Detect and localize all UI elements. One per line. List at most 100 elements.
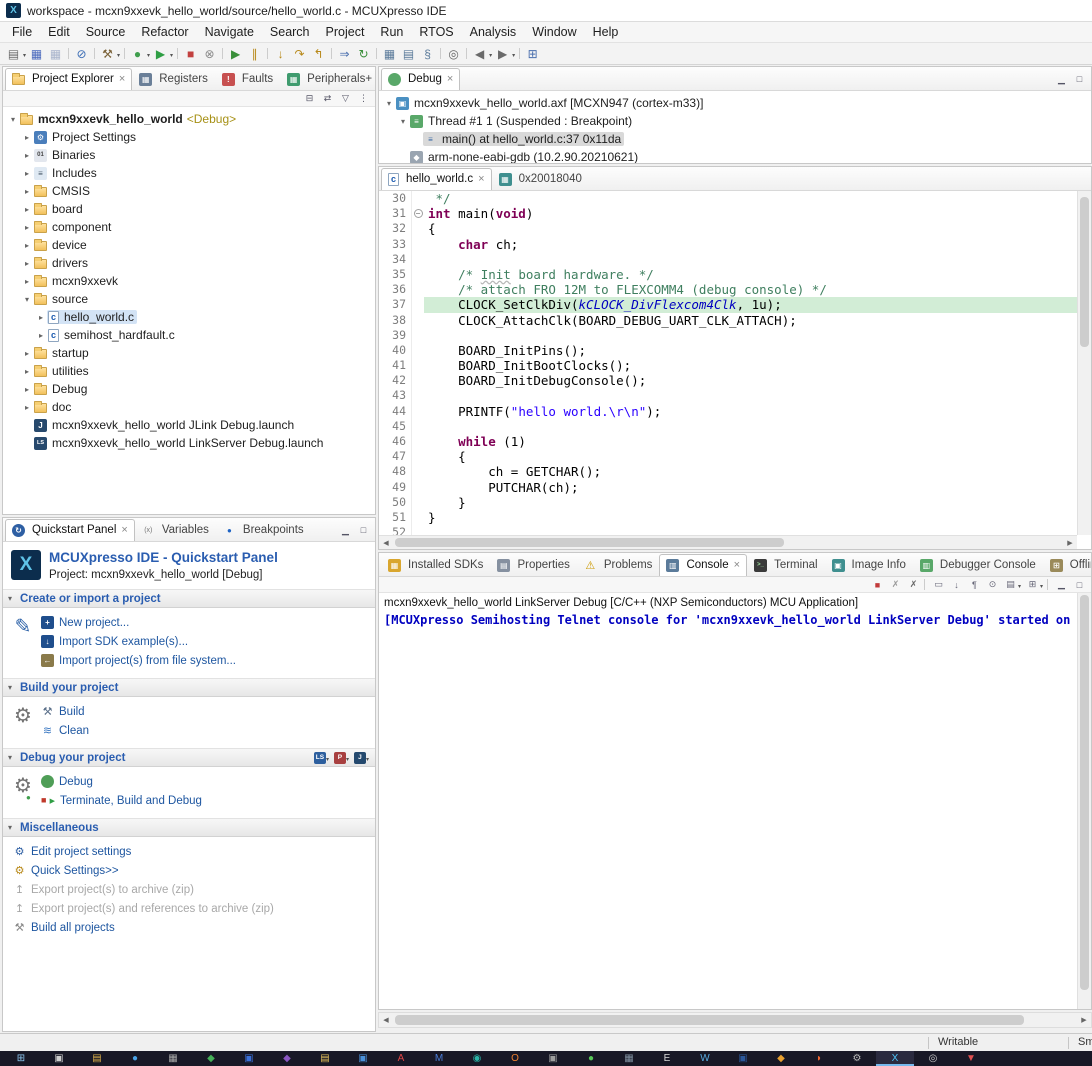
taskbar-app-icon[interactable]: X bbox=[876, 1051, 914, 1066]
console-output[interactable]: mcxn9xxevk_hello_world LinkServer Debug … bbox=[379, 593, 1077, 1009]
registers-icon[interactable]: ▤ bbox=[399, 44, 418, 63]
taskbar-app-icon[interactable]: ▣ bbox=[230, 1051, 268, 1066]
code-line-41[interactable]: 41 BOARD_InitBootClocks(); bbox=[379, 358, 1077, 373]
taskbar-app-icon[interactable]: ◆ bbox=[192, 1051, 230, 1066]
tree-collapsed-arrow-icon[interactable]: ▸ bbox=[21, 187, 33, 196]
tree-expanded-arrow-icon[interactable]: ▾ bbox=[397, 117, 409, 126]
project-item-startup[interactable]: ▸startup bbox=[3, 344, 375, 362]
line-number[interactable]: 50 bbox=[384, 495, 411, 510]
line-number[interactable]: 40 bbox=[384, 343, 411, 358]
open-console-icon[interactable]: ⊞ bbox=[1025, 578, 1040, 592]
quickstart-action-quick-settings[interactable]: ⚙Quick Settings>> bbox=[13, 861, 369, 880]
code-text[interactable]: { bbox=[424, 221, 1077, 236]
code-line-50[interactable]: 50 } bbox=[379, 495, 1077, 510]
back-icon[interactable]: ◀ bbox=[470, 44, 489, 63]
maximize-icon[interactable]: □ bbox=[1072, 72, 1087, 86]
line-number[interactable]: 42 bbox=[384, 373, 411, 388]
debug-item-thread-1-1-suspended-breakpoint[interactable]: ▾≡Thread #1 1 (Suspended : Breakpoint) bbox=[379, 112, 1091, 130]
code-line-40[interactable]: 40 BOARD_InitPins(); bbox=[379, 343, 1077, 358]
quickstart-action-build[interactable]: ⚒Build bbox=[41, 702, 369, 721]
scroll-right-icon[interactable]: ▶ bbox=[1063, 539, 1077, 547]
pin-console-icon[interactable]: ⊙ bbox=[985, 578, 1000, 592]
editor-tab-hello-world-c[interactable]: chello_world.c× bbox=[381, 168, 492, 190]
dropdown-caret-icon[interactable]: ▾ bbox=[147, 52, 150, 59]
tree-collapsed-arrow-icon[interactable]: ▸ bbox=[21, 133, 33, 142]
code-line-37[interactable]: 37 CLOCK_SetClkDiv(kCLOCK_DivFlexcom4Clk… bbox=[379, 297, 1077, 312]
dropdown-caret-icon[interactable]: ▾ bbox=[117, 52, 120, 59]
line-number[interactable]: 33 bbox=[384, 237, 411, 252]
line-number[interactable]: 34 bbox=[384, 252, 411, 267]
code-text[interactable] bbox=[424, 388, 1077, 403]
taskbar-app-icon[interactable]: ● bbox=[572, 1051, 610, 1066]
debug-item-mcxn9xxevk-hello-world-axf-mcxn947-cortex-m33[interactable]: ▾▣mcxn9xxevk_hello_world.axf [MCXN947 (c… bbox=[379, 94, 1091, 112]
console-tab-properties[interactable]: ▤Properties bbox=[490, 554, 576, 576]
collapse-all-icon[interactable]: ⊟ bbox=[302, 92, 317, 106]
dropdown-caret-icon[interactable]: ▾ bbox=[170, 52, 173, 59]
code-text[interactable]: PRINTF("hello world.\r\n"); bbox=[424, 404, 1077, 419]
taskbar-app-icon[interactable]: ▤ bbox=[78, 1051, 116, 1066]
step-over-icon[interactable]: ↷ bbox=[290, 44, 309, 63]
suspend-icon[interactable]: ∥ bbox=[245, 44, 264, 63]
project-item-cmsis[interactable]: ▸CMSIS bbox=[3, 182, 375, 200]
tree-expanded-arrow-icon[interactable]: ▾ bbox=[383, 99, 395, 108]
close-tab-icon[interactable]: × bbox=[447, 73, 453, 85]
taskbar-app-icon[interactable]: ▣ bbox=[344, 1051, 382, 1066]
debug-tab-debug[interactable]: Debug× bbox=[381, 68, 460, 90]
code-line-36[interactable]: 36 /* attach FRO 12M to FLEXCOMM4 (debug… bbox=[379, 282, 1077, 297]
terminate-icon[interactable]: ■ bbox=[181, 44, 200, 63]
tree-collapsed-arrow-icon[interactable]: ▸ bbox=[21, 367, 33, 376]
tree-collapsed-arrow-icon[interactable]: ▸ bbox=[21, 349, 33, 358]
code-text[interactable]: PUTCHAR(ch); bbox=[424, 480, 1077, 495]
restart-icon[interactable]: ↻ bbox=[354, 44, 373, 63]
tree-collapsed-arrow-icon[interactable]: ▸ bbox=[21, 151, 33, 160]
close-tab-icon[interactable]: × bbox=[119, 73, 125, 85]
line-number[interactable]: 38 bbox=[384, 313, 411, 328]
quickstart-action-build-all-projects[interactable]: ⚒Build all projects bbox=[13, 918, 369, 937]
tree-collapsed-arrow-icon[interactable]: ▸ bbox=[21, 205, 33, 214]
tree-collapsed-arrow-icon[interactable]: ▸ bbox=[21, 241, 33, 250]
code-text[interactable]: BOARD_InitPins(); bbox=[424, 343, 1077, 358]
scrollbar-track[interactable] bbox=[393, 1013, 1077, 1027]
scroll-left-icon[interactable]: ◀ bbox=[379, 539, 393, 547]
quickstart-action-import-project-s-from-file-system[interactable]: ←Import project(s) from file system... bbox=[41, 651, 369, 670]
section-header[interactable]: ▾Build your project bbox=[3, 678, 375, 697]
dropdown-caret-icon[interactable]: ▾ bbox=[489, 52, 492, 59]
section-collapse-icon[interactable]: ▾ bbox=[8, 683, 20, 692]
code-line-42[interactable]: 42 BOARD_InitDebugConsole(); bbox=[379, 373, 1077, 388]
taskbar-app-icon[interactable]: ▦ bbox=[610, 1051, 648, 1066]
explorer-tab-project-explorer[interactable]: Project Explorer× bbox=[5, 68, 132, 90]
project-item-debug[interactable]: ▸Debug bbox=[3, 380, 375, 398]
code-line-30[interactable]: 30 */ bbox=[379, 191, 1077, 206]
line-number[interactable]: 39 bbox=[384, 328, 411, 343]
fold-margin[interactable]: − bbox=[411, 206, 424, 221]
taskbar-app-icon[interactable]: ◗ bbox=[800, 1051, 838, 1066]
tree-collapsed-arrow-icon[interactable]: ▸ bbox=[21, 277, 33, 286]
code-text[interactable] bbox=[424, 525, 1077, 535]
taskbar-app-icon[interactable]: ▼ bbox=[952, 1051, 990, 1066]
menu-search[interactable]: Search bbox=[262, 23, 318, 41]
line-number[interactable]: 43 bbox=[384, 388, 411, 403]
code-line-51[interactable]: 51} bbox=[379, 510, 1077, 525]
code-line-46[interactable]: 46 while (1) bbox=[379, 434, 1077, 449]
memory-icon[interactable]: ▦ bbox=[380, 44, 399, 63]
menu-source[interactable]: Source bbox=[78, 23, 134, 41]
disconnect-icon[interactable]: ⊗ bbox=[200, 44, 219, 63]
peripherals-icon[interactable]: § bbox=[418, 44, 437, 63]
remove-launch-icon[interactable]: ✗ bbox=[888, 578, 903, 592]
code-line-33[interactable]: 33 char ch; bbox=[379, 237, 1077, 252]
console-tab-debugger-console[interactable]: ▥Debugger Console bbox=[913, 554, 1043, 576]
dropdown-caret-icon[interactable]: ▾ bbox=[512, 52, 515, 59]
menu-navigate[interactable]: Navigate bbox=[197, 23, 262, 41]
explorer-tab-faults[interactable]: !Faults bbox=[215, 68, 280, 90]
project-item-utilities[interactable]: ▸utilities bbox=[3, 362, 375, 380]
tree-expanded-arrow-icon[interactable]: ▾ bbox=[21, 295, 33, 304]
code-line-52[interactable]: 52 bbox=[379, 525, 1077, 535]
close-tab-icon[interactable]: × bbox=[734, 559, 740, 571]
dropdown-caret-icon[interactable]: ▾ bbox=[366, 756, 369, 763]
minimize-icon[interactable]: ▁ bbox=[1054, 72, 1069, 86]
taskbar-start-button[interactable]: ⊞ bbox=[2, 1051, 40, 1066]
code-text[interactable]: /* Init board hardware. */ bbox=[424, 267, 1077, 282]
console-vertical-scrollbar[interactable] bbox=[1077, 593, 1091, 1009]
section-collapse-icon[interactable]: ▾ bbox=[8, 594, 20, 603]
code-text[interactable] bbox=[424, 328, 1077, 343]
